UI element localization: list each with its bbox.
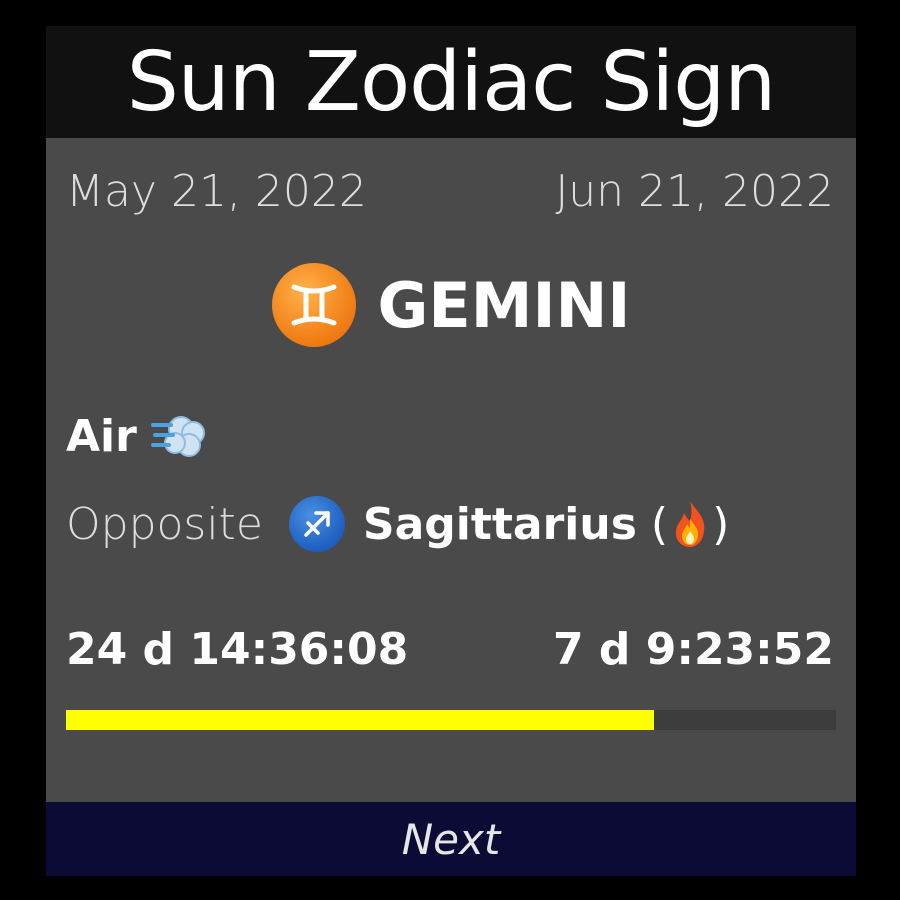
elapsed-time: 24 d 14:36:08 [66,624,409,675]
start-date: May 21, 2022 [66,166,367,217]
page-title: Sun Zodiac Sign [126,34,776,130]
sagittarius-icon [288,496,345,552]
element-info: Air [66,406,211,466]
element-label: Air [66,410,137,462]
next-button[interactable]: Next [46,802,856,876]
close-paren: ) [712,498,730,550]
date-range: May 21, 2022 Jun 21, 2022 [66,166,834,217]
current-sign: GEMINI [46,263,856,347]
gemini-icon [271,263,356,347]
opposite-sign-info: Opposite Sagittarius ( ) [66,492,729,556]
end-date: Jun 21, 2022 [555,166,834,217]
fire-icon [670,499,710,549]
opposite-label: Opposite [66,498,263,550]
period-progress-bar [66,710,836,730]
open-paren: ( [650,498,669,550]
opposite-sign-name: Sagittarius [362,498,637,550]
sign-name: GEMINI [377,268,631,342]
wind-icon [150,407,211,466]
period-progress-fill [66,710,655,730]
timers: 24 d 14:36:08 7 d 9:23:52 [66,624,834,675]
zodiac-panel: Sun Zodiac Sign May 21, 2022 Jun 21, 202… [46,26,856,876]
title-bar: Sun Zodiac Sign [46,26,856,138]
remaining-time: 7 d 9:23:52 [552,624,834,675]
